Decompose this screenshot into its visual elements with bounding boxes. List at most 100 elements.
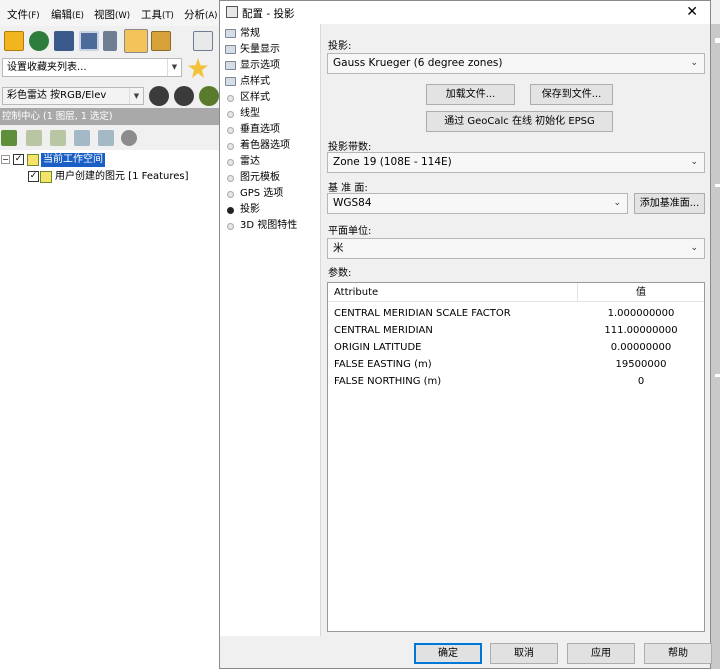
chevron-down-icon: ⌄: [690, 243, 698, 253]
nav-item-shader-options[interactable]: 着色器选项: [220, 138, 320, 154]
map-icon[interactable]: [151, 31, 171, 51]
nav-item-area-styles[interactable]: 区样式: [220, 90, 320, 106]
chevron-down-icon: ▼: [167, 59, 181, 76]
attribute-cell: CENTRAL MERIDIAN: [334, 325, 433, 336]
window-icon[interactable]: [79, 31, 99, 51]
apply-button[interactable]: 应用: [567, 643, 635, 664]
menu-tools[interactable]: 工具(T): [141, 7, 174, 22]
column-header-value[interactable]: 值: [578, 283, 704, 302]
layer-remove-icon[interactable]: [50, 130, 66, 146]
open-folder-icon[interactable]: [4, 31, 24, 51]
nav-item-general[interactable]: 常规: [220, 26, 320, 42]
column-header-attribute[interactable]: Attribute: [328, 283, 578, 302]
projection-select-value: Gauss Krueger (6 degree zones): [333, 57, 503, 69]
favorites-combo-value: 设置收藏夹列表...: [7, 62, 87, 73]
wrench-icon[interactable]: [103, 31, 117, 51]
cancel-button[interactable]: 取消: [490, 643, 558, 664]
table-row[interactable]: CENTRAL MERIDIAN SCALE FACTOR 1.00000000…: [328, 305, 704, 322]
nav-item-label: 着色器选项: [240, 140, 290, 151]
help-button[interactable]: 帮助: [644, 643, 712, 664]
close-icon[interactable]: ✕: [686, 4, 698, 20]
nav-item-gps-options[interactable]: GPS 选项: [220, 186, 320, 202]
gear-icon[interactable]: [174, 86, 194, 106]
layer-checkbox[interactable]: ✓: [28, 171, 39, 182]
layer-move-icon[interactable]: [98, 130, 114, 146]
layer-toolbar: [0, 128, 222, 150]
table-row[interactable]: ORIGIN LATITUDE 0.00000000: [328, 339, 704, 356]
attribute-cell: CENTRAL MERIDIAN SCALE FACTOR: [334, 308, 511, 319]
nav-item-vector-display[interactable]: 矢量显示: [220, 42, 320, 58]
nav-item-radar[interactable]: 雷达: [220, 154, 320, 170]
gear-icon[interactable]: [149, 86, 169, 106]
tree-node-workspace[interactable]: − ✓ 当前工作空间: [1, 153, 211, 167]
layers-icon[interactable]: [124, 29, 148, 53]
zoom-layer-icon[interactable]: [1, 130, 17, 146]
menu-file[interactable]: 文件(F): [7, 7, 40, 22]
menu-edit-label: 编辑: [51, 9, 72, 21]
dot-icon: [227, 191, 234, 198]
nav-item-display-options[interactable]: 显示选项: [220, 58, 320, 74]
dot-icon: [227, 143, 234, 150]
folder-icon: [225, 45, 236, 54]
table-row[interactable]: FALSE NORTHING (m) 0: [328, 373, 704, 390]
workspace-checkbox[interactable]: ✓: [13, 154, 24, 165]
menu-analysis-label: 分析: [184, 9, 205, 21]
add-datum-button[interactable]: 添加基准面...: [634, 193, 705, 214]
menu-analysis[interactable]: 分析(A): [184, 7, 217, 22]
load-file-button[interactable]: 加载文件...: [426, 84, 515, 105]
workspace-label: 当前工作空间: [41, 153, 105, 167]
attribute-cell: FALSE EASTING (m): [334, 359, 432, 370]
layer-options-icon[interactable]: [74, 130, 90, 146]
menu-tools-accel: (T): [162, 11, 174, 21]
geocalc-init-button[interactable]: 通过 GeoCalc 在线 初始化 EPSG: [426, 111, 613, 132]
menu-file-accel: (F): [28, 11, 40, 21]
favorite-star-icon[interactable]: [188, 58, 208, 78]
table-row[interactable]: CENTRAL MERIDIAN 111.00000000: [328, 322, 704, 339]
config-dialog: 配置 - 投影 ✕ 常规 矢量显示 显示选项 点样式 区样式 线型 垂直选项 着…: [219, 0, 712, 669]
dot-icon: [227, 175, 234, 182]
main-toolbar: [0, 27, 222, 55]
nav-item-label: 图元模板: [240, 172, 280, 183]
menu-edit-accel: (E): [72, 11, 85, 21]
layer-add-icon[interactable]: [26, 130, 42, 146]
globe-icon[interactable]: [29, 31, 49, 51]
projection-select[interactable]: Gauss Krueger (6 degree zones) ⌄: [327, 53, 705, 74]
value-cell: 19500000: [615, 359, 667, 370]
gear-icon[interactable]: [199, 86, 219, 106]
dialog-title: 配置 - 投影: [242, 8, 295, 20]
chevron-down-icon: ⌄: [690, 58, 698, 68]
units-select[interactable]: 米 ⌄: [327, 238, 705, 259]
nav-item-projection[interactable]: 投影: [220, 202, 320, 218]
datum-select[interactable]: WGS84 ⌄: [327, 193, 628, 214]
tree-node-layer[interactable]: ✓ 用户创建的图元 [1 Features]: [28, 170, 218, 184]
chevron-down-icon: ▼: [129, 88, 143, 104]
menu-edit[interactable]: 编辑(E): [51, 7, 84, 22]
collapse-icon[interactable]: −: [1, 155, 10, 164]
map-marker-icon: [715, 184, 720, 187]
layer-tree: − ✓ 当前工作空间 ✓ 用户创建的图元 [1 Features]: [0, 150, 222, 669]
zoom-tool-icon[interactable]: [193, 31, 213, 51]
ok-button[interactable]: 确定: [414, 643, 482, 664]
nav-item-3d-view[interactable]: 3D 视图特性: [220, 218, 320, 234]
zone-select[interactable]: Zone 19 (108E - 114E) ⌄: [327, 152, 705, 173]
shader-combo[interactable]: 彩色雷达 按RGB/Elev ▼: [2, 87, 144, 105]
eye-icon[interactable]: [121, 130, 137, 146]
table-row[interactable]: FALSE EASTING (m) 19500000: [328, 356, 704, 373]
zone-select-value: Zone 19 (108E - 114E): [333, 156, 452, 168]
map-view-edge: [711, 24, 720, 669]
save-to-file-button[interactable]: 保存到文件...: [530, 84, 613, 105]
nav-item-point-styles[interactable]: 点样式: [220, 74, 320, 90]
save-icon[interactable]: [54, 31, 74, 51]
folder-icon: [225, 77, 236, 86]
nav-item-feature-templates[interactable]: 图元模板: [220, 170, 320, 186]
dialog-titlebar: 配置 - 投影 ✕: [220, 1, 710, 24]
datum-label: 基 准 面:: [328, 183, 368, 194]
menu-view[interactable]: 视图(W): [94, 7, 130, 22]
folder-icon: [225, 29, 236, 38]
favorites-combo[interactable]: 设置收藏夹列表... ▼: [2, 58, 182, 77]
nav-item-line-styles[interactable]: 线型: [220, 106, 320, 122]
nav-item-label: 垂直选项: [240, 124, 280, 135]
menu-analysis-accel: (A): [205, 11, 218, 21]
nav-item-vertical-options[interactable]: 垂直选项: [220, 122, 320, 138]
units-label: 平面单位:: [328, 226, 372, 237]
